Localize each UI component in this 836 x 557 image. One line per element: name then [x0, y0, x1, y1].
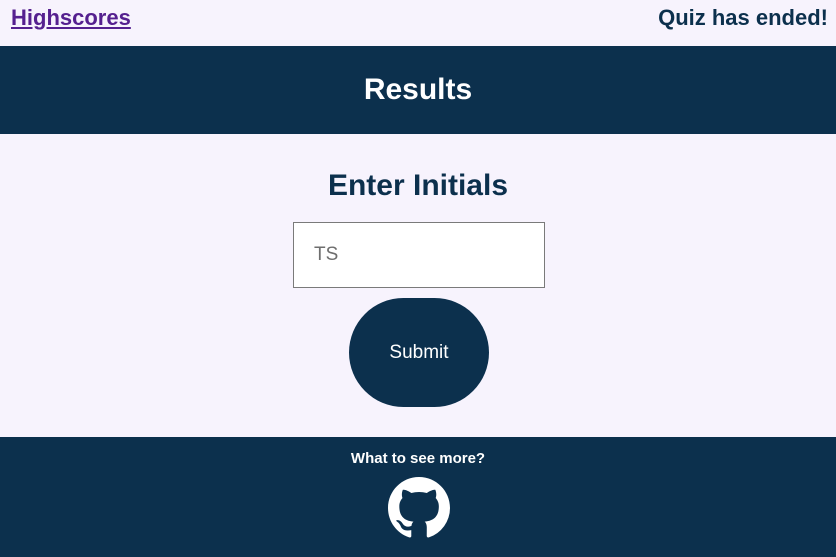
github-link[interactable] — [388, 477, 450, 539]
github-icon — [388, 477, 450, 538]
initials-input[interactable] — [293, 222, 545, 288]
quiz-status-text: Quiz has ended! — [658, 5, 828, 30]
submit-button[interactable]: Submit — [349, 298, 489, 407]
results-banner: Results — [0, 46, 836, 134]
highscores-link[interactable]: Highscores — [11, 5, 131, 31]
footer-prompt: What to see more? — [350, 450, 486, 467]
footer: What to see more? — [0, 437, 836, 557]
page-title: Results — [363, 73, 473, 106]
top-bar: Highscores Quiz has ended! — [0, 0, 836, 46]
form-heading: Enter Initials — [327, 169, 509, 202]
initials-form: Enter Initials Submit — [0, 134, 836, 437]
